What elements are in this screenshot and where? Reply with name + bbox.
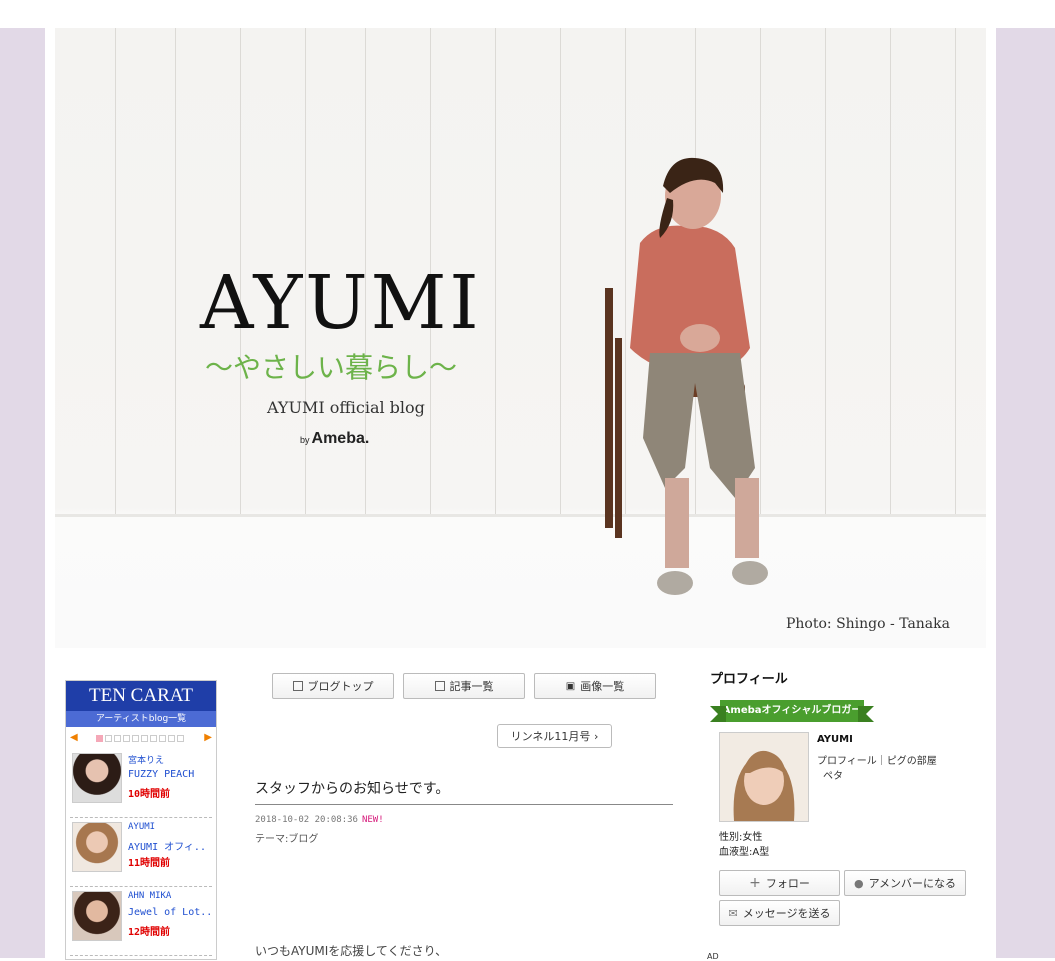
blog-subtitle: 〜やさしい暮らし〜 (205, 351, 458, 384)
artist-blog-title[interactable]: AYUMI オフィ.. (128, 838, 206, 853)
artist-name[interactable]: AHN MIKA (128, 891, 171, 901)
profile-heading: プロフィール (710, 672, 788, 687)
artist-thumbnail[interactable] (72, 822, 122, 872)
blood-type: 血液型:A型 (719, 847, 770, 858)
update-time: 10時間前 (128, 789, 171, 800)
photo-credit: Photo: Shingo - Tanaka (785, 616, 950, 632)
blog-top-button[interactable]: ブログトップ (272, 673, 394, 699)
artist-name[interactable]: AYUMI (128, 822, 155, 832)
amember-button[interactable]: ● アメンバーになる (844, 870, 966, 896)
blog-title: AYUMI (200, 260, 482, 346)
profile-info: 性別:女性 血液型:A型 (719, 830, 769, 860)
document-icon (292, 681, 303, 691)
entry-body: いつもAYUMIを応援してくださり、 (255, 944, 448, 958)
message-button[interactable]: ✉ メッセージを送る (719, 900, 840, 926)
copy-icon (434, 681, 445, 691)
artist-blog-widget: TEN CARAT アーティストblog一覧 ◀ ▶ 宮本りえ FUZZY PE… (65, 680, 217, 960)
artist-blog-title[interactable]: Jewel of Lot.. (128, 907, 212, 918)
entry-date: 2018-10-02 20:08:36 NEW! (255, 815, 384, 825)
entry-theme[interactable]: テーマ:ブログ (255, 830, 318, 845)
plus-icon: + (749, 875, 761, 891)
mail-icon: ✉ (728, 906, 738, 920)
widget-subtitle[interactable]: アーティストblog一覧 (66, 711, 216, 727)
artist-thumbnail[interactable] (72, 753, 122, 803)
header-image[interactable]: AYUMI 〜やさしい暮らし〜 AYUMI official blog by Am… (55, 28, 986, 648)
list-item[interactable]: AYUMI AYUMI オフィ.. 11時間前 (70, 818, 212, 887)
blog-tagline: AYUMI official blog (267, 398, 425, 417)
ameba-logo: by Ameba. (300, 430, 370, 447)
update-time: 12時間前 (128, 927, 171, 938)
profile-name[interactable]: AYUMI (817, 734, 853, 745)
pager-dots (96, 735, 184, 742)
avatar[interactable] (719, 732, 809, 822)
gender: 性別:女性 (719, 832, 763, 843)
artist-thumbnail[interactable] (72, 891, 122, 941)
new-badge: NEW! (361, 815, 384, 825)
chat-icon: ● (853, 876, 864, 890)
entry-title[interactable]: スタッフからのお知らせです。 (255, 778, 673, 805)
page-container: AYUMI 〜やさしい暮らし〜 AYUMI official blog by Am… (45, 28, 996, 961)
widget-pager: ◀ ▶ (66, 727, 216, 749)
article-list-button[interactable]: 記事一覧 (403, 673, 525, 699)
hero-woman-photo (605, 157, 768, 595)
artist-blog-title[interactable]: FUZZY PEACH (128, 769, 194, 780)
update-time: 11時間前 (128, 858, 171, 869)
list-item[interactable]: AHN MIKA Jewel of Lot.. 12時間前 (70, 887, 212, 956)
follow-button[interactable]: + フォロー (719, 870, 840, 896)
widget-title[interactable]: TEN CARAT (66, 681, 216, 711)
image-list-button[interactable]: ▣ 画像一覧 (534, 673, 656, 699)
ad-label: AD (707, 952, 719, 961)
artist-name[interactable]: 宮本りえ (128, 753, 164, 766)
list-item[interactable]: 宮本りえ FUZZY PEACH 10時間前 (70, 749, 212, 818)
profile-links[interactable]: プロフィール｜ピグの部屋 (817, 752, 937, 767)
next-arrow-icon[interactable]: ▶ (204, 732, 212, 743)
peta-link[interactable]: ペタ (823, 767, 843, 782)
chevron-right-icon: › (593, 729, 599, 743)
linnel-link-button[interactable]: リンネル11月号 › (497, 724, 612, 748)
camera-icon: ▣ (565, 680, 576, 692)
official-blogger-badge: Amebaオフィシャルブロガー (710, 700, 874, 722)
prev-arrow-icon[interactable]: ◀ (70, 732, 78, 743)
